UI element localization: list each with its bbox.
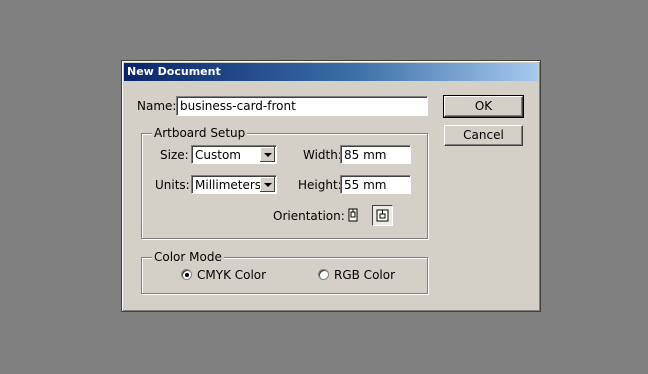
rgb-label[interactable]: RGB Color bbox=[334, 268, 395, 282]
cmyk-label[interactable]: CMYK Color bbox=[197, 268, 266, 282]
artboard-setup-legend: Artboard Setup bbox=[152, 126, 248, 140]
portrait-orientation-icon[interactable] bbox=[345, 207, 363, 225]
height-label: Height: bbox=[298, 178, 342, 192]
landscape-orientation-icon[interactable] bbox=[372, 205, 393, 226]
height-input[interactable]: 55 mm bbox=[340, 175, 411, 194]
width-label: Width: bbox=[303, 148, 342, 162]
units-label: Units: bbox=[155, 178, 190, 192]
width-input[interactable]: 85 mm bbox=[340, 145, 411, 164]
size-select[interactable]: Custom bbox=[191, 145, 277, 164]
cancel-button[interactable]: Cancel bbox=[444, 125, 523, 146]
size-label: Size: bbox=[160, 148, 189, 162]
cmyk-radio[interactable] bbox=[181, 269, 192, 280]
ok-button[interactable]: OK bbox=[443, 95, 524, 118]
units-select-value: Millimeters bbox=[195, 178, 262, 192]
chevron-down-icon[interactable] bbox=[260, 147, 275, 162]
units-select[interactable]: Millimeters bbox=[191, 175, 277, 194]
rgb-radio[interactable] bbox=[318, 269, 329, 280]
dialog-title: New Document bbox=[127, 65, 221, 78]
orientation-label: Orientation: bbox=[273, 209, 345, 223]
color-mode-legend: Color Mode bbox=[152, 250, 224, 264]
name-label: Name: bbox=[137, 99, 177, 113]
chevron-down-icon[interactable] bbox=[260, 177, 275, 192]
size-select-value: Custom bbox=[195, 148, 241, 162]
name-input[interactable]: business-card-front bbox=[176, 96, 428, 116]
title-bar[interactable]: New Document bbox=[124, 63, 538, 81]
